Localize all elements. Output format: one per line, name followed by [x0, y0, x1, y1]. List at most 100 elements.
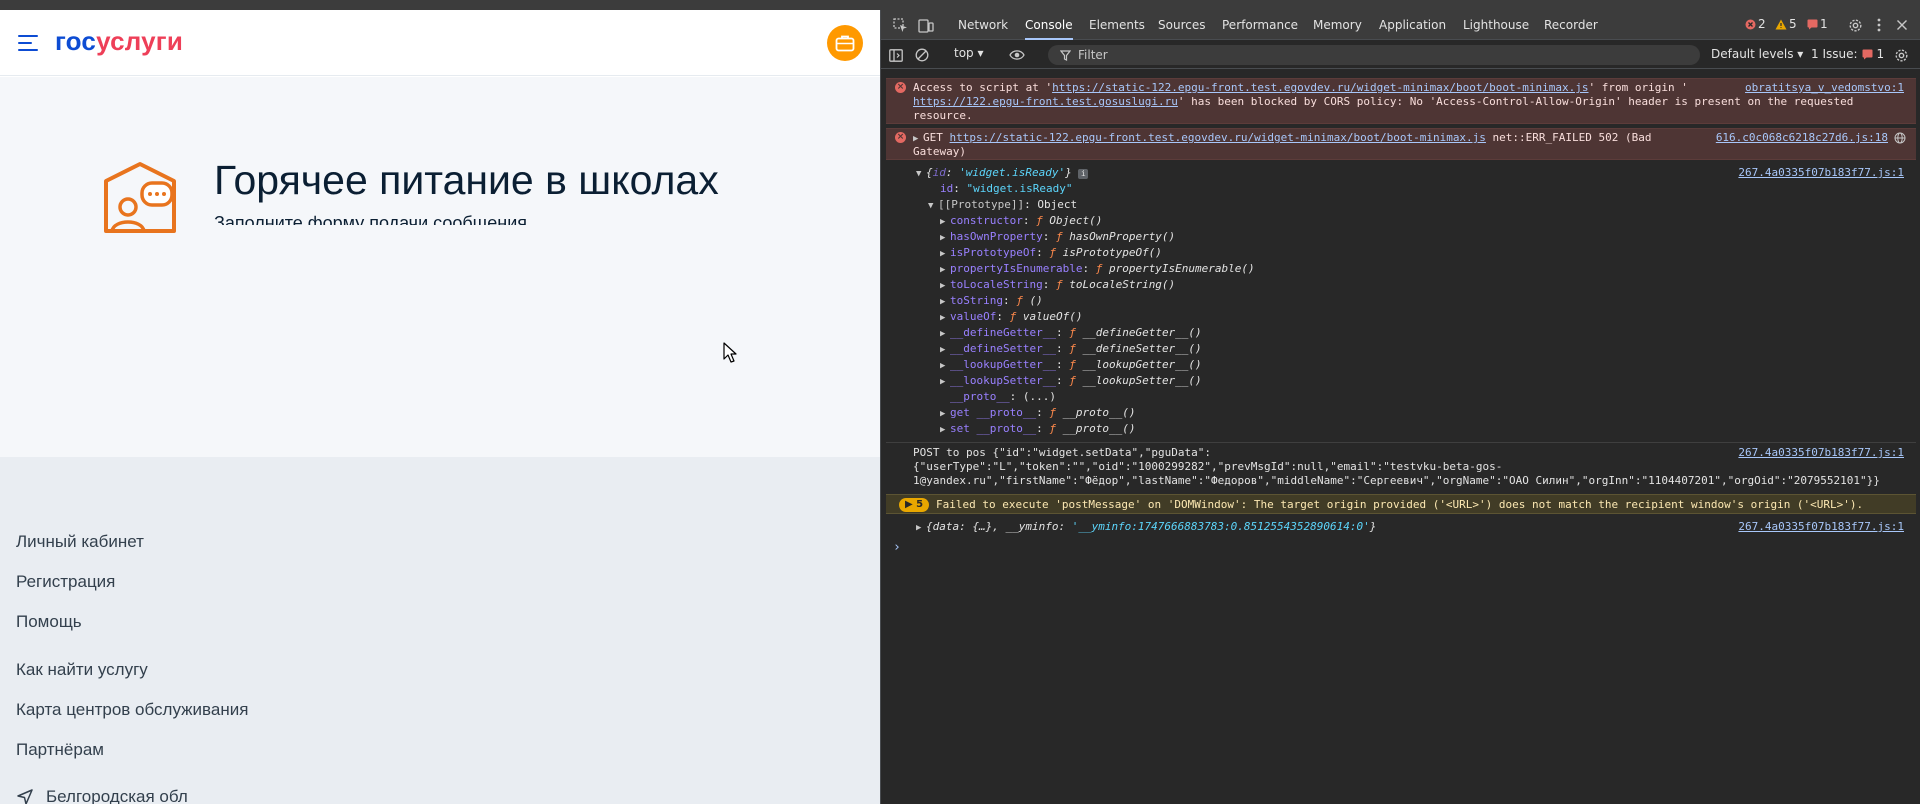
expand-triangle-icon[interactable]: ▶	[940, 327, 950, 341]
expand-triangle-icon[interactable]: ▶	[940, 423, 950, 437]
prototype-property-row[interactable]: ▶ __lookupSetter__: ƒ __lookupSetter__()	[940, 374, 1202, 389]
prototype-property-row[interactable]: ▶ __defineSetter__: ƒ __defineSetter__()	[940, 342, 1202, 357]
site-logo[interactable]: госуслуги	[55, 26, 183, 57]
menu-icon[interactable]	[18, 35, 38, 51]
property-key: toLocaleString	[950, 278, 1043, 291]
levels-chevron-down-icon: ▾	[1797, 47, 1804, 61]
mouse-cursor-icon	[723, 342, 737, 363]
footer-link-help[interactable]: Помощь	[16, 612, 82, 632]
warning-repeat-count[interactable]: ▶ 5	[899, 498, 930, 512]
function-glyph-icon: ƒ	[1049, 406, 1063, 419]
console-object-log: ▼ {id: 'widget.isReady'} i 267.4a0335f07b…	[886, 166, 1916, 436]
prototype-property-row[interactable]: ▶ toString: ƒ ()	[940, 294, 1043, 309]
object-summary[interactable]: ▼ {id: 'widget.isReady'} i	[916, 166, 1089, 181]
prototype-property-row[interactable]: ▶ set __proto__: ƒ __proto__()	[940, 422, 1135, 437]
live-expression-eye-icon[interactable]	[1008, 46, 1026, 64]
region-selector[interactable]: Белгородская обл	[16, 787, 188, 804]
briefcase-icon[interactable]	[827, 25, 863, 61]
tab-network[interactable]: Network	[958, 10, 1008, 40]
footer-link-partners[interactable]: Партнёрам	[16, 740, 104, 760]
cors-origin-link[interactable]: https://122.epgu-front.test.gosuslugi.ru	[913, 95, 1178, 108]
error-count-badge[interactable]: 2	[1745, 17, 1766, 31]
footer-link-find-service[interactable]: Как найти услугу	[16, 660, 148, 680]
property-key: valueOf	[950, 310, 997, 323]
get-line-2: Gateway)	[913, 145, 966, 158]
prototype-property-row[interactable]: __proto__: (...)	[950, 390, 1056, 404]
get-url-link[interactable]: https://static-122.epgu-front.test.egovd…	[950, 131, 1486, 144]
prototype-row[interactable]: ▼ [[Prototype]]: Object	[928, 198, 1077, 213]
expand-triangle-icon[interactable]: ▶	[940, 375, 950, 389]
clear-console-icon[interactable]	[913, 46, 931, 64]
expand-triangle-icon[interactable]: ▶	[940, 279, 950, 293]
property-value: propertyIsEnumerable()	[1108, 262, 1255, 275]
console-prompt-chevron-icon[interactable]: ›	[893, 540, 901, 555]
prototype-property-row[interactable]: ▶ __lookupGetter__: ƒ __lookupGetter__()	[940, 358, 1202, 373]
footer-link-cabinet[interactable]: Личный кабинет	[16, 532, 144, 552]
console-settings-gear-icon[interactable]	[1892, 46, 1910, 64]
expand-triangle-icon[interactable]: ▶	[940, 295, 950, 309]
cors-source-link[interactable]: obratitsya_v_vedomstvo:1	[1745, 81, 1904, 95]
post-line-3: 1@yandex.ru","firstName":"Фёдор","lastNa…	[913, 474, 1880, 487]
inspect-element-icon[interactable]	[891, 16, 909, 34]
filter-input[interactable]	[1078, 45, 1678, 65]
function-glyph-icon: ƒ	[1069, 326, 1083, 339]
expand-triangle-icon[interactable]: ▶	[913, 132, 923, 146]
more-options-icon[interactable]	[1870, 16, 1888, 34]
network-globe-icon[interactable]	[1894, 132, 1906, 144]
post-source-link[interactable]: 267.4a0335f07b183f77.js:1	[1738, 446, 1904, 460]
tab-console[interactable]: Console	[1025, 10, 1073, 40]
property-key: __defineGetter__	[950, 326, 1056, 339]
tab-recorder[interactable]: Recorder	[1544, 10, 1598, 40]
expand-triangle-icon[interactable]: ▶	[940, 343, 950, 357]
error-icon: ×	[895, 82, 906, 93]
sidebar-toggle-icon[interactable]	[887, 46, 905, 64]
tab-sources[interactable]: Sources	[1158, 10, 1205, 40]
expand-triangle-icon[interactable]: ▶	[940, 359, 950, 373]
object-source-link[interactable]: 267.4a0335f07b183f77.js:1	[1738, 166, 1904, 180]
log-levels-dropdown[interactable]: Default levels ▾	[1711, 47, 1803, 61]
device-toolbar-icon[interactable]	[917, 16, 935, 34]
expand-triangle-icon[interactable]: ▶	[940, 263, 950, 277]
tab-elements[interactable]: Elements	[1089, 10, 1145, 40]
data-source-link[interactable]: 267.4a0335f07b183f77.js:1	[1738, 520, 1904, 534]
footer-link-registration[interactable]: Регистрация	[16, 572, 115, 592]
property-value: __lookupGetter__()	[1082, 358, 1202, 371]
prototype-property-row[interactable]: ▶ constructor: ƒ Object()	[940, 214, 1102, 229]
expand-triangle-icon[interactable]: ▶	[940, 231, 950, 245]
issues-count-badge[interactable]: 1	[1807, 17, 1828, 31]
tab-application[interactable]: Application	[1379, 10, 1446, 40]
site-header: госуслуги	[0, 10, 880, 76]
settings-gear-icon[interactable]	[1846, 16, 1864, 34]
post-line-1: POST to pos {"id":"widget.setData","pguD…	[913, 446, 1212, 459]
footer-link-service-map[interactable]: Карта центров обслуживания	[16, 700, 248, 720]
expand-triangle-icon[interactable]: ▶	[940, 311, 950, 325]
expand-triangle-icon[interactable]: ▶	[940, 407, 950, 421]
issue-flag-icon	[1807, 19, 1818, 29]
function-glyph-icon: ƒ	[1049, 246, 1063, 259]
prototype-property-row[interactable]: ▶ valueOf: ƒ valueOf()	[940, 310, 1082, 325]
prototype-property-row[interactable]: ▶ toLocaleString: ƒ toLocaleString()	[940, 278, 1175, 293]
collapse-triangle-icon[interactable]: ▼	[916, 167, 926, 181]
prototype-property-row[interactable]: ▶ hasOwnProperty: ƒ hasOwnProperty()	[940, 230, 1175, 245]
error-icon: ×	[895, 132, 906, 143]
proto-collapse-triangle-icon[interactable]: ▼	[928, 199, 938, 213]
cors-script-link[interactable]: https://static-122.epgu-front.test.egovd…	[1052, 81, 1588, 94]
expand-triangle-icon[interactable]: ▶	[940, 247, 950, 261]
close-devtools-icon[interactable]	[1893, 16, 1911, 34]
warning-count-badge[interactable]: 5	[1775, 17, 1797, 31]
get-source-link[interactable]: 616.c0c068c6218c27d6.js:18	[1716, 131, 1888, 145]
prototype-property-row[interactable]: ▶ __defineGetter__: ƒ __defineGetter__()	[940, 326, 1202, 341]
prototype-property-row[interactable]: ▶ propertyIsEnumerable: ƒ propertyIsEnume…	[940, 262, 1255, 277]
context-selector[interactable]: top ▾	[954, 46, 984, 60]
data-text-b: '__yminfo:1747666883783:0.85125543528906…	[1071, 520, 1370, 533]
property-key: __proto__	[950, 390, 1010, 403]
expand-triangle-icon[interactable]: ▶	[940, 215, 950, 229]
tab-memory[interactable]: Memory	[1313, 10, 1362, 40]
issues-counter[interactable]: 1 Issue: 1	[1811, 47, 1884, 61]
prototype-property-row[interactable]: ▶ isPrototypeOf: ƒ isPrototypeOf()	[940, 246, 1162, 261]
tab-performance[interactable]: Performance	[1222, 10, 1298, 40]
prototype-property-row[interactable]: ▶ get __proto__: ƒ __proto__()	[940, 406, 1135, 421]
expand-triangle-icon[interactable]: ▶	[916, 521, 926, 535]
data-object-summary[interactable]: ▶ {data: {…}, __yminfo: '__yminfo:1747666…	[916, 520, 1376, 535]
tab-lighthouse[interactable]: Lighthouse	[1463, 10, 1529, 40]
